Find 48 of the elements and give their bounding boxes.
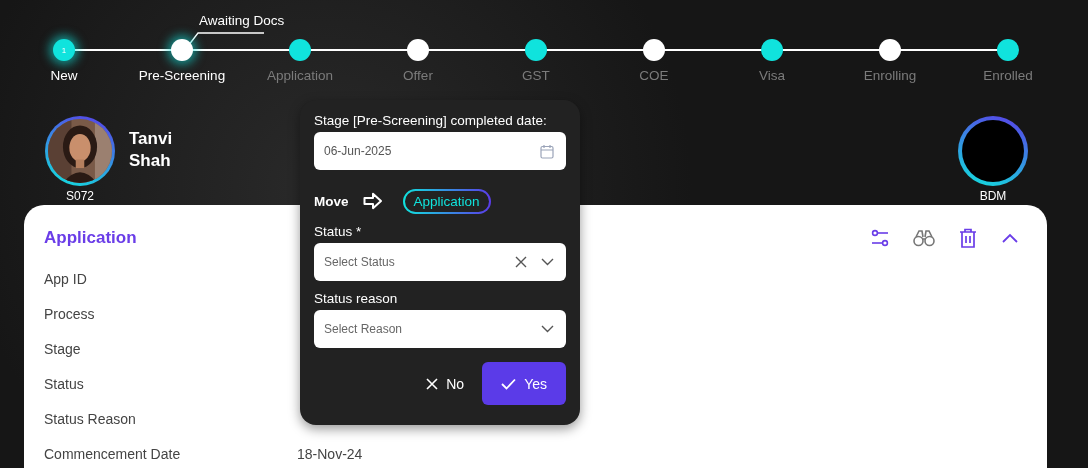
step-label: COE — [639, 68, 669, 83]
chevron-down-icon[interactable] — [541, 258, 554, 266]
step-label: Visa — [759, 68, 785, 83]
date-label: Stage [Pre-Screening] completed date: — [314, 113, 548, 128]
step-label: Enrolled — [983, 68, 1033, 83]
reason-select[interactable]: Select Reason — [314, 310, 566, 348]
status-label: Status * — [314, 224, 363, 239]
binoculars-icon[interactable] — [913, 229, 935, 247]
step-node[interactable] — [525, 39, 547, 61]
step-label: Application — [266, 68, 333, 83]
step-label: New — [50, 68, 78, 83]
clear-icon[interactable] — [515, 256, 527, 268]
field-value: 18-Nov-24 — [297, 445, 364, 462]
status-select[interactable]: Select Status — [314, 243, 566, 281]
step-node[interactable] — [407, 39, 429, 61]
field-label: Commencement Date — [44, 445, 182, 462]
step-node[interactable] — [997, 39, 1019, 61]
trash-icon[interactable] — [959, 228, 977, 248]
date-field[interactable]: 06-Jun-2025 — [314, 132, 566, 170]
card-title: Application — [44, 228, 137, 248]
step-label: Enrolling — [863, 68, 917, 83]
step-label: GST — [522, 68, 550, 83]
move-label: Move — [314, 193, 349, 209]
field-label: Status Reason — [44, 410, 137, 427]
step-node[interactable] — [643, 39, 665, 61]
yes-button[interactable]: Yes — [482, 362, 566, 405]
no-button[interactable]: No — [426, 375, 465, 392]
collapse-icon[interactable] — [1001, 232, 1019, 244]
field-label: Status — [44, 375, 85, 392]
student-name: Tanvi Shah — [129, 128, 174, 172]
sliders-icon[interactable] — [871, 229, 889, 247]
chevron-down-icon[interactable] — [541, 325, 554, 333]
step-node[interactable] — [171, 39, 193, 61]
close-icon — [426, 377, 439, 390]
reason-label: Status reason — [314, 291, 399, 306]
step-label: Pre-Screening — [138, 68, 226, 83]
field-label: Process — [44, 305, 96, 322]
check-icon — [501, 377, 517, 390]
status-note-text: Awaiting Docs — [199, 13, 285, 28]
student-code: S072 — [66, 189, 94, 203]
step-label: Offer — [403, 68, 433, 83]
field-label: App ID — [44, 270, 88, 287]
manager-label: BDM — [979, 189, 1007, 203]
step-node[interactable] — [289, 39, 311, 61]
step-node[interactable] — [761, 39, 783, 61]
step-node[interactable] — [879, 39, 901, 61]
field-label: Stage — [44, 340, 82, 357]
arrow-right-icon — [362, 192, 383, 210]
